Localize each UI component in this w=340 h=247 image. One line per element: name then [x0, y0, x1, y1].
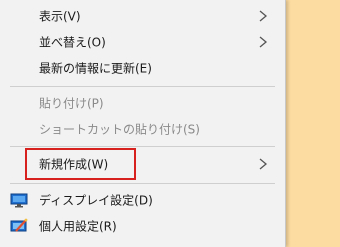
- menu-item-label: 貼り付け(P): [39, 96, 104, 111]
- menu-item-label: 最新の情報に更新(E): [39, 61, 152, 76]
- menu-item-label: 個人用設定(R): [39, 219, 117, 234]
- menu-item-sort[interactable]: 並べ替え(O): [0, 29, 285, 55]
- menu-item-label: 並べ替え(O): [39, 35, 106, 50]
- menu-item-label: ディスプレイ設定(D): [39, 193, 153, 208]
- chevron-right-icon: [259, 158, 268, 170]
- menu-item-refresh[interactable]: 最新の情報に更新(E): [0, 55, 285, 81]
- display-settings-icon: [10, 193, 28, 208]
- menu-item-paste-shortcut[interactable]: ショートカットの貼り付け(S): [0, 116, 285, 142]
- chevron-right-icon: [259, 36, 268, 48]
- menu-item-display-settings[interactable]: ディスプレイ設定(D): [0, 187, 285, 213]
- context-menu: 表示(V) 並べ替え(O) 最新の情報に更新(E) 貼り付け(P) ショートカッ…: [0, 0, 286, 247]
- menu-item-personalize[interactable]: 個人用設定(R): [0, 213, 285, 239]
- menu-item-view[interactable]: 表示(V): [0, 3, 285, 29]
- personalize-icon: [10, 218, 28, 232]
- menu-item-label: 表示(V): [39, 9, 81, 24]
- menu-item-label: ショートカットの貼り付け(S): [39, 122, 200, 137]
- highlight-box: [25, 148, 136, 180]
- menu-separator: [10, 146, 275, 147]
- menu-separator: [10, 86, 275, 87]
- chevron-right-icon: [259, 10, 268, 22]
- menu-separator: [10, 183, 275, 184]
- menu-item-paste[interactable]: 貼り付け(P): [0, 90, 285, 116]
